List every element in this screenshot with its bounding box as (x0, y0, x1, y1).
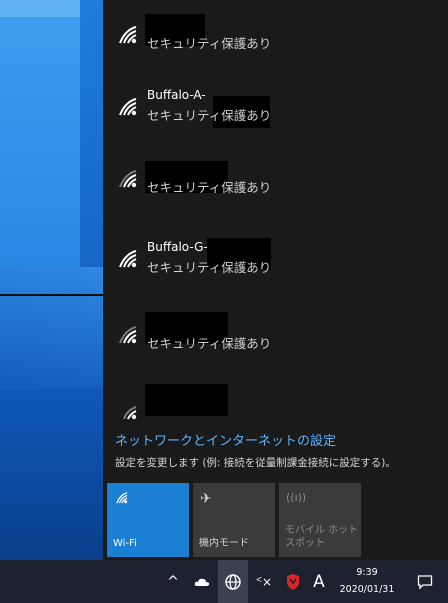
mobile-hotspot-tile[interactable]: ((ı)) モバイル ホットスポット (279, 483, 361, 557)
network-item[interactable]: Buffalo-A- セキュリティ保護あり (103, 72, 448, 142)
desktop-background (0, 0, 103, 560)
ime-mode-indicator[interactable]: A (308, 560, 330, 603)
taskbar: ^ ᑉ× A 9:39 2020/01/31 (0, 560, 448, 603)
desktop-light-beam (0, 267, 103, 387)
wifi-signal-icon (123, 406, 137, 420)
airplane-icon: ✈ (200, 491, 212, 507)
network-security: セキュリティ保護あり (147, 180, 272, 195)
clock-date: 2020/01/31 (339, 584, 395, 595)
network-item[interactable]: セキュリティ保護あり (103, 0, 448, 70)
network-security: セキュリティ保護あり (147, 336, 272, 351)
redacted-ssid (145, 384, 228, 416)
tile-label: 機内モード (199, 538, 249, 549)
wifi-signal-icon (119, 26, 137, 44)
wifi-signal-icon (119, 98, 137, 116)
clock-time: 9:39 (356, 567, 378, 578)
wifi-toggle-tile[interactable]: Wi-Fi (107, 483, 189, 557)
network-name: Buffalo-G- (147, 240, 208, 254)
network-list: セキュリティ保護あり Buffalo-A- セキュリティ保護あり セキュリティ保… (103, 0, 448, 420)
tile-label: Wi-Fi (113, 538, 137, 549)
network-settings-link[interactable]: ネットワークとインターネットの設定 (115, 430, 336, 449)
show-hidden-icons-chevron[interactable]: ^ (162, 560, 184, 603)
network-settings-description: 設定を変更します (例: 接続を従量制課金接続に設定する)。 (115, 457, 396, 469)
security-shield-icon[interactable] (282, 560, 304, 603)
onedrive-cloud-icon[interactable] (190, 560, 214, 603)
network-item[interactable] (103, 372, 448, 420)
wifi-signal-icon (119, 170, 137, 188)
network-security: セキュリティ保護あり (147, 36, 272, 51)
network-globe-icon[interactable] (218, 560, 248, 603)
network-name: Buffalo-A- (147, 88, 206, 102)
tile-label: モバイル ホットスポット (285, 525, 359, 549)
wifi-signal-icon (119, 250, 137, 268)
network-security: セキュリティ保護あり (147, 260, 272, 275)
notification-icon[interactable] (410, 560, 440, 603)
network-item[interactable]: セキュリティ保護あり (103, 144, 448, 214)
network-item[interactable]: セキュリティ保護あり (103, 300, 448, 370)
network-item[interactable]: Buffalo-G- セキュリティ保護あり (103, 224, 448, 294)
volume-muted-icon[interactable]: ᑉ× (252, 560, 276, 603)
desktop-divider-line (0, 294, 103, 296)
airplane-mode-tile[interactable]: ✈ 機内モード (193, 483, 275, 557)
wifi-signal-icon (119, 326, 137, 344)
network-flyout: セキュリティ保護あり Buffalo-A- セキュリティ保護あり セキュリティ保… (103, 0, 448, 560)
desktop-window-pane (0, 17, 80, 267)
desktop-window-pane (0, 0, 80, 17)
desktop-lower-area (0, 390, 103, 560)
taskbar-clock[interactable]: 9:39 2020/01/31 (337, 564, 397, 598)
wifi-icon (114, 491, 130, 509)
hotspot-icon: ((ı)) (286, 491, 307, 504)
network-security: セキュリティ保護あり (147, 108, 272, 123)
